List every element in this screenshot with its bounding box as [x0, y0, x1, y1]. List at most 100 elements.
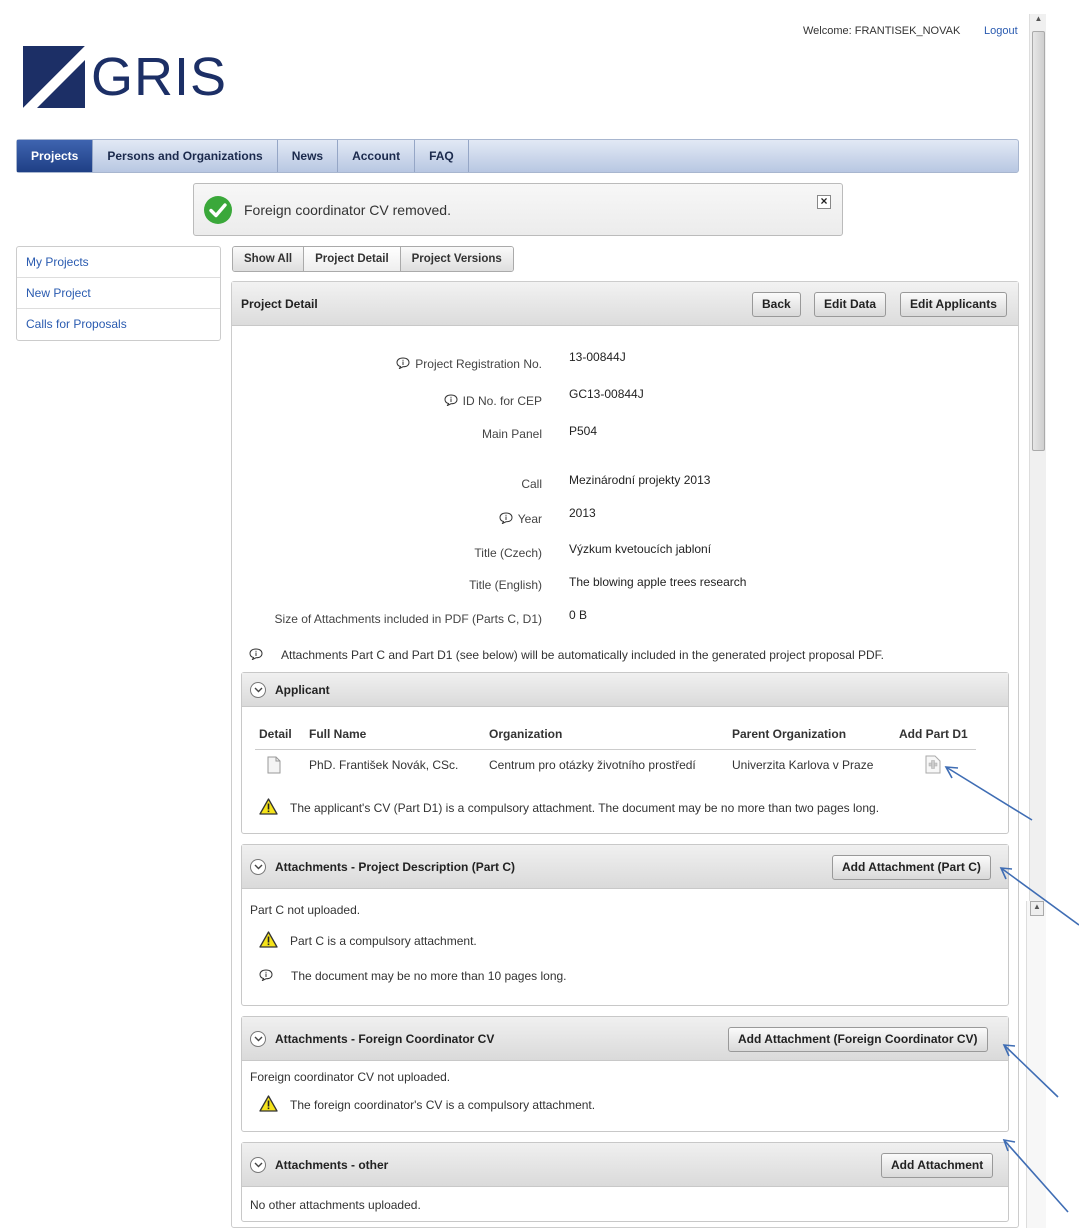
pdf-note: Attachments Part C and Part D1 (see belo… [249, 648, 884, 662]
nav-projects[interactable]: Projects [17, 140, 94, 172]
size-value: 0 B [569, 608, 588, 622]
warning-icon [259, 798, 278, 815]
reg-no-value: 13-00844J [569, 350, 626, 364]
add-attachment-part-c-button[interactable]: Add Attachment (Part C) [832, 855, 991, 880]
logout-link[interactable]: Logout [984, 25, 1018, 37]
chevron-down-icon[interactable] [250, 682, 266, 698]
tab-project-versions[interactable]: Project Versions [400, 247, 513, 271]
gris-logo-icon [23, 46, 85, 108]
nav-faq[interactable]: FAQ [415, 140, 469, 172]
back-button[interactable]: Back [752, 292, 801, 317]
foreign-cv-section-header: Attachments - Foreign Coordinator CV Add… [242, 1017, 1008, 1061]
cep-value: GC13-00844J [569, 387, 644, 401]
applicant-section-title: Applicant [275, 683, 330, 697]
title-en-value: The blowing apple trees research [569, 575, 747, 589]
year-label: Year [499, 512, 542, 526]
col-organization: Organization [489, 727, 563, 741]
part-c-section-title: Attachments - Project Description (Part … [275, 860, 516, 874]
foreign-cv-warning: The foreign coordinator's CV is a compul… [259, 1095, 595, 1112]
sidebar: My Projects New Project Calls for Propos… [16, 246, 221, 341]
chevron-down-icon[interactable] [250, 859, 266, 875]
sidebar-item-my-projects[interactable]: My Projects [17, 247, 220, 278]
part-c-section: Attachments - Project Description (Part … [241, 844, 1009, 1006]
table-divider [255, 749, 976, 750]
warning-icon [259, 931, 278, 948]
pdf-note-text: Attachments Part C and Part D1 (see belo… [281, 648, 884, 662]
part-c-status: Part C not uploaded. [250, 903, 361, 917]
info-icon [249, 648, 263, 660]
notification-message: Foreign coordinator CV removed. [244, 202, 451, 218]
call-value: Mezinárodní projekty 2013 [569, 473, 711, 487]
call-label: Call [521, 477, 542, 491]
panel-header: Project Detail Back Edit Data Edit Appli… [232, 282, 1018, 326]
logo[interactable]: GRIS [23, 46, 227, 108]
main-panel-label: Main Panel [481, 427, 542, 441]
part-c-warning-text: Part C is a compulsory attachment. [290, 934, 477, 948]
welcome-text: Welcome: FRANTISEK_NOVAK [803, 25, 961, 37]
chevron-down-icon[interactable] [250, 1157, 266, 1173]
foreign-cv-section-title: Attachments - Foreign Coordinator CV [275, 1032, 495, 1046]
applicant-full-name: PhD. František Novák, CSc. [309, 758, 459, 772]
panel-title: Project Detail [241, 297, 318, 311]
sidebar-item-new-project[interactable]: New Project [17, 278, 220, 309]
main-panel-value: P504 [569, 424, 598, 438]
part-c-section-header: Attachments - Project Description (Part … [242, 845, 1008, 889]
applicant-section-header: Applicant [242, 673, 1008, 707]
scroll-up-icon[interactable]: ▲ [1030, 901, 1044, 916]
add-attachment-foreign-cv-button[interactable]: Add Attachment (Foreign Coordinator CV) [728, 1027, 988, 1052]
cep-label: ID No. for CEP [444, 394, 542, 408]
success-notification: Foreign coordinator CV removed. × [193, 183, 843, 236]
col-detail: Detail [259, 727, 292, 741]
info-icon [444, 394, 458, 406]
other-attachments-section-title: Attachments - other [275, 1158, 389, 1172]
part-c-warning: Part C is a compulsory attachment. [259, 931, 477, 948]
part-c-info-text: The document may be no more than 10 page… [291, 969, 567, 983]
document-icon[interactable] [267, 756, 281, 774]
page-scrollbar[interactable]: ▲ [1029, 14, 1046, 901]
cep-label-text: ID No. for CEP [462, 394, 542, 408]
scrollbar-thumb[interactable] [1032, 31, 1045, 451]
add-attachment-button[interactable]: Add Attachment [881, 1153, 994, 1178]
applicant-section: Applicant Detail Full Name Organization … [241, 672, 1009, 834]
info-icon [259, 969, 273, 981]
scroll-up-icon[interactable]: ▲ [1032, 14, 1045, 29]
secondary-scrollbar[interactable]: ▲ [1026, 901, 1046, 1228]
foreign-cv-status: Foreign coordinator CV not uploaded. [250, 1070, 451, 1084]
chevron-down-icon[interactable] [250, 1031, 266, 1047]
applicant-warning: The applicant's CV (Part D1) is a compul… [259, 798, 879, 815]
title-cz-label: Title (Czech) [474, 546, 542, 560]
nav-account[interactable]: Account [338, 140, 416, 172]
title-en-label: Title (English) [469, 578, 542, 592]
reg-no-label-text: Project Registration No. [415, 357, 542, 371]
check-icon [204, 196, 232, 224]
project-tabs: Show All Project Detail Project Versions [232, 246, 514, 272]
add-document-icon[interactable] [925, 755, 941, 774]
edit-data-button[interactable]: Edit Data [814, 292, 887, 317]
close-icon[interactable]: × [817, 195, 831, 209]
col-parent-organization: Parent Organization [732, 727, 847, 741]
sidebar-item-calls-for-proposals[interactable]: Calls for Proposals [17, 309, 220, 340]
warning-icon [259, 1095, 278, 1112]
logo-text: GRIS [91, 47, 228, 107]
other-attachments-status: No other attachments uploaded. [250, 1198, 421, 1212]
nav-news[interactable]: News [278, 140, 339, 172]
col-add-part-d1: Add Part D1 [899, 727, 968, 741]
other-attachments-section: Attachments - other Add Attachment No ot… [241, 1142, 1009, 1222]
main-nav: Projects Persons and Organizations News … [16, 139, 1019, 173]
tab-project-detail[interactable]: Project Detail [304, 247, 401, 271]
other-attachments-section-header: Attachments - other Add Attachment [242, 1143, 1008, 1187]
year-value: 2013 [569, 506, 596, 520]
part-c-info: The document may be no more than 10 page… [259, 969, 567, 983]
info-icon [396, 357, 410, 369]
title-cz-value: Výzkum kvetoucích jabloní [569, 542, 712, 556]
applicant-warning-text: The applicant's CV (Part D1) is a compul… [290, 801, 880, 815]
tab-show-all[interactable]: Show All [233, 247, 305, 271]
applicant-parent-organization: Univerzita Karlova v Praze [732, 758, 874, 772]
info-icon [499, 512, 513, 524]
foreign-cv-section: Attachments - Foreign Coordinator CV Add… [241, 1016, 1009, 1132]
edit-applicants-button[interactable]: Edit Applicants [900, 292, 1007, 317]
year-label-text: Year [517, 512, 542, 526]
nav-persons-organizations[interactable]: Persons and Organizations [93, 140, 278, 172]
project-detail-panel: Project Detail Back Edit Data Edit Appli… [231, 281, 1019, 1228]
size-label: Size of Attachments included in PDF (Par… [274, 612, 542, 626]
